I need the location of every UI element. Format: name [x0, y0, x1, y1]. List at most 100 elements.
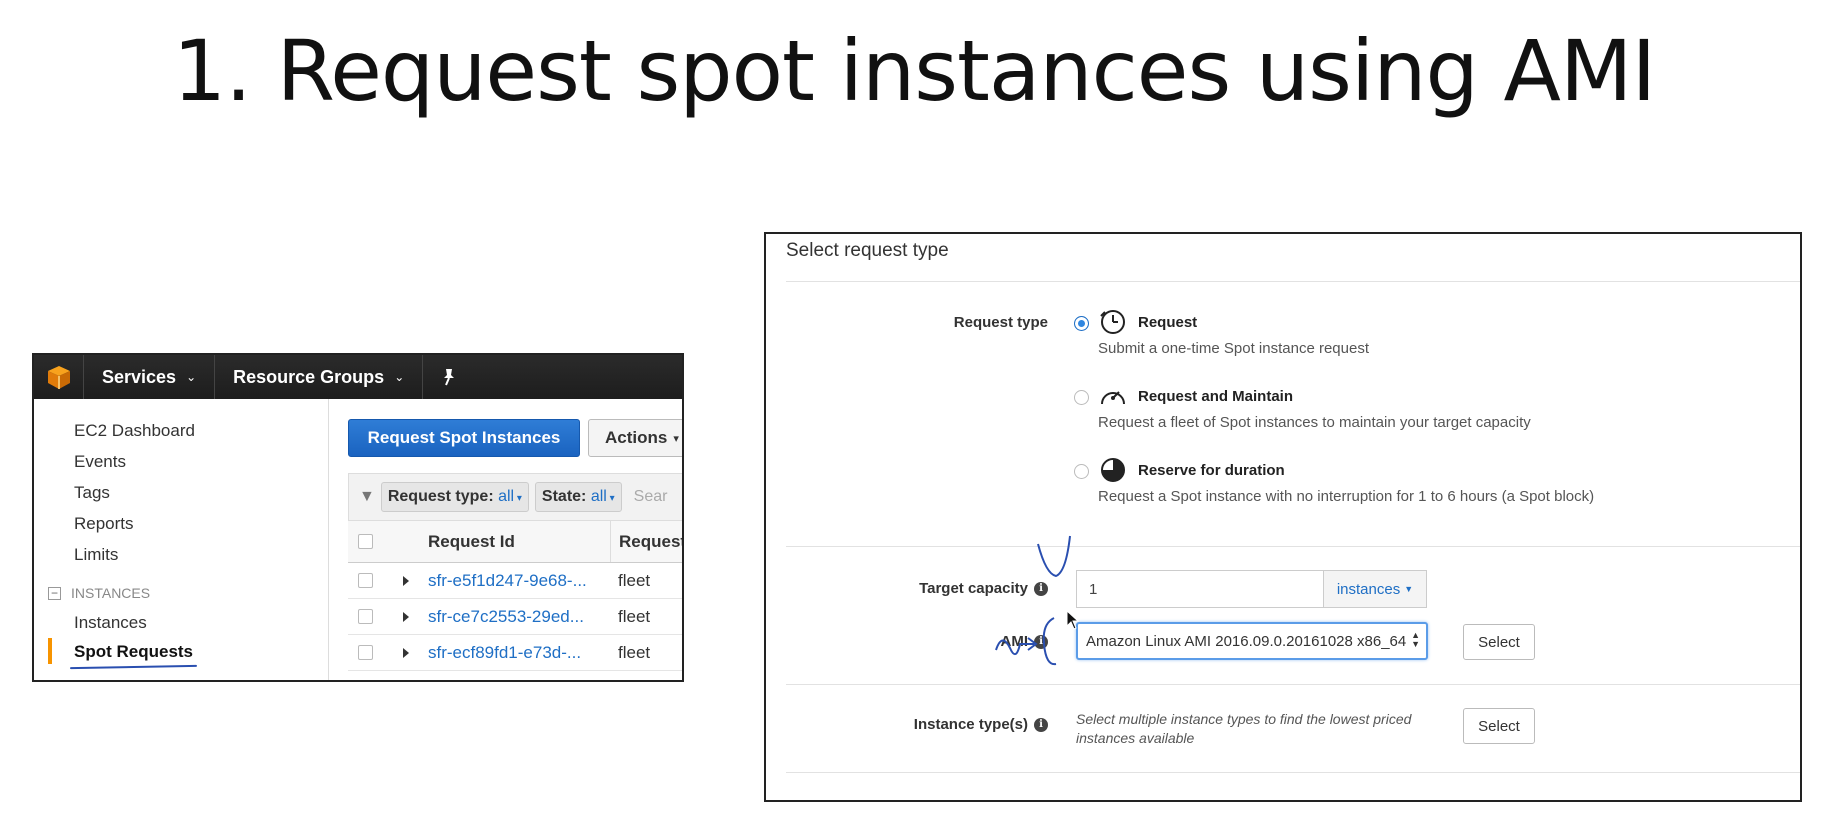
divider	[786, 281, 1800, 282]
request-type-cell: fleet	[618, 642, 651, 662]
request-type-label: Request type	[953, 314, 1048, 331]
request-type-cell: fleet	[618, 606, 651, 626]
instance-types-label: Instance type(s) i	[766, 716, 1048, 733]
sidebar-item-spot-requests[interactable]: Spot Requests	[74, 642, 193, 662]
column-header-request[interactable]: Request	[610, 521, 682, 562]
filter-bar: ▼ Request type: all ▾ State: all ▾ Sear	[348, 473, 682, 521]
field-label: AMI	[1000, 633, 1029, 650]
main-content: Request Spot Instances Actions ▾ ▼ Reque…	[330, 399, 682, 680]
info-icon[interactable]: i	[1034, 717, 1048, 732]
resource-groups-menu[interactable]: Resource Groups ⌄	[215, 355, 424, 399]
ami-select-button[interactable]: Select	[1463, 624, 1535, 660]
column-header-request-id[interactable]: Request Id	[428, 532, 608, 552]
expand-caret-icon[interactable]	[403, 611, 409, 622]
sidebar-item-reports[interactable]: Reports	[74, 514, 134, 534]
divider	[786, 684, 1800, 685]
search-input[interactable]: Sear	[628, 488, 668, 506]
ec2-console-screenshot: Services ⌄ Resource Groups ⌄ EC2 Dashboa…	[32, 353, 684, 682]
radio-request[interactable]	[1074, 316, 1089, 331]
sidebar-item-instances[interactable]: Instances	[74, 613, 147, 633]
info-icon[interactable]: i	[1034, 634, 1048, 649]
caret-down-icon: ▼	[1404, 584, 1414, 594]
caret-down-icon: ▾	[673, 432, 679, 445]
expand-caret-icon[interactable]	[403, 575, 409, 586]
instance-types-hint: Select multiple instance types to find t…	[1076, 710, 1436, 748]
services-label: Services	[102, 366, 177, 387]
ami-value: Amazon Linux AMI 2016.09.0.20161028 x86_…	[1086, 632, 1407, 650]
slide-title: 1. Request spot instances using AMI	[172, 22, 1657, 120]
active-marker	[48, 638, 52, 664]
request-id-link[interactable]: sfr-ecf89fd1-e73d-...	[428, 643, 608, 663]
clock-icon	[1100, 310, 1125, 334]
field-label: Instance type(s)	[913, 716, 1028, 733]
filter-value: all	[498, 488, 515, 505]
request-spot-instances-button[interactable]: Request Spot Instances	[348, 419, 580, 457]
mouse-cursor-icon	[1066, 610, 1080, 630]
request-id-link[interactable]: sfr-e5f1d247-9e68-...	[428, 571, 608, 591]
top-navbar: Services ⌄ Resource Groups ⌄	[34, 355, 682, 399]
aws-logo[interactable]	[34, 355, 84, 399]
resource-groups-label: Resource Groups	[233, 366, 385, 387]
sidebar-section-instances[interactable]: − INSTANCES	[48, 585, 150, 601]
chevron-down-icon: ⌄	[394, 370, 405, 384]
table-row[interactable]: sfr-e5f1d247-9e68-... fleet	[348, 563, 682, 599]
actions-label: Actions	[605, 428, 668, 447]
form-heading: Select request type	[786, 240, 949, 261]
unit-label: instances	[1336, 580, 1401, 598]
spot-requests-table: Request Id Request sfr-e5f1d247-9e68-...…	[348, 521, 682, 671]
aws-cube-icon	[47, 366, 70, 389]
request-type-cell: fleet	[618, 570, 651, 590]
row-checkbox[interactable]	[358, 609, 373, 624]
pin-button[interactable]	[423, 355, 475, 399]
hint-line: Select multiple instance types to find t…	[1076, 711, 1412, 727]
option-title[interactable]: Request	[1138, 314, 1197, 331]
capacity-unit-dropdown[interactable]: instances ▼	[1323, 570, 1427, 608]
option-description: Request a fleet of Spot instances to mai…	[1098, 414, 1531, 431]
expand-caret-icon[interactable]	[403, 647, 409, 658]
filter-request-type[interactable]: Request type: all ▾	[380, 482, 529, 512]
row-checkbox[interactable]	[358, 645, 373, 660]
divider	[786, 546, 1800, 547]
info-icon[interactable]: i	[1034, 581, 1048, 596]
row-checkbox[interactable]	[358, 573, 373, 588]
option-title[interactable]: Reserve for duration	[1138, 462, 1285, 479]
hint-line: instances available	[1076, 730, 1195, 746]
sidebar-item-events[interactable]: Events	[74, 452, 126, 472]
table-header: Request Id Request	[348, 521, 682, 563]
actions-button[interactable]: Actions ▾	[588, 419, 682, 457]
filter-label: State:	[541, 488, 587, 505]
filter-state[interactable]: State: all ▾	[534, 482, 622, 512]
field-label: Target capacity	[919, 580, 1028, 597]
select-all-checkbox[interactable]	[358, 534, 373, 549]
radio-reserve-for-duration[interactable]	[1074, 464, 1089, 479]
pin-icon	[444, 369, 455, 386]
table-row[interactable]: sfr-ce7c2553-29ed... fleet	[348, 599, 682, 635]
gauge-icon	[1101, 391, 1125, 405]
sidebar-item-limits[interactable]: Limits	[74, 545, 118, 565]
divider	[786, 772, 1800, 773]
spot-request-form-screenshot: Select request type Request type Request…	[764, 232, 1802, 802]
chevron-down-icon: ⌄	[186, 370, 197, 384]
option-description: Request a Spot instance with no interrup…	[1098, 488, 1595, 505]
ami-select[interactable]: Amazon Linux AMI 2016.09.0.20161028 x86_…	[1076, 622, 1428, 660]
radio-request-and-maintain[interactable]	[1074, 390, 1089, 405]
sidebar-item-ec2-dashboard[interactable]: EC2 Dashboard	[74, 421, 195, 441]
instance-types-select-button[interactable]: Select	[1463, 708, 1535, 744]
sidebar: EC2 Dashboard Events Tags Reports Limits…	[34, 399, 329, 680]
target-capacity-input[interactable]: 1	[1076, 570, 1324, 608]
section-label: INSTANCES	[71, 585, 151, 601]
request-id-link[interactable]: sfr-ce7c2553-29ed...	[428, 607, 608, 627]
filter-icon: ▼	[359, 488, 375, 505]
filter-label: Request type:	[387, 488, 494, 505]
select-arrows-icon: ▲ ▼	[1411, 630, 1420, 649]
option-title[interactable]: Request and Maintain	[1138, 388, 1293, 405]
timer-icon	[1101, 458, 1125, 482]
sidebar-item-tags[interactable]: Tags	[74, 483, 110, 503]
table-row[interactable]: sfr-ecf89fd1-e73d-... fleet	[348, 635, 682, 671]
filter-value: all	[590, 488, 607, 505]
ami-label: AMI i	[766, 633, 1048, 650]
target-capacity-label: Target capacity i	[766, 580, 1048, 597]
collapse-icon: −	[48, 586, 61, 600]
option-description: Submit a one-time Spot instance request	[1098, 340, 1369, 357]
services-menu[interactable]: Services ⌄	[84, 355, 216, 399]
